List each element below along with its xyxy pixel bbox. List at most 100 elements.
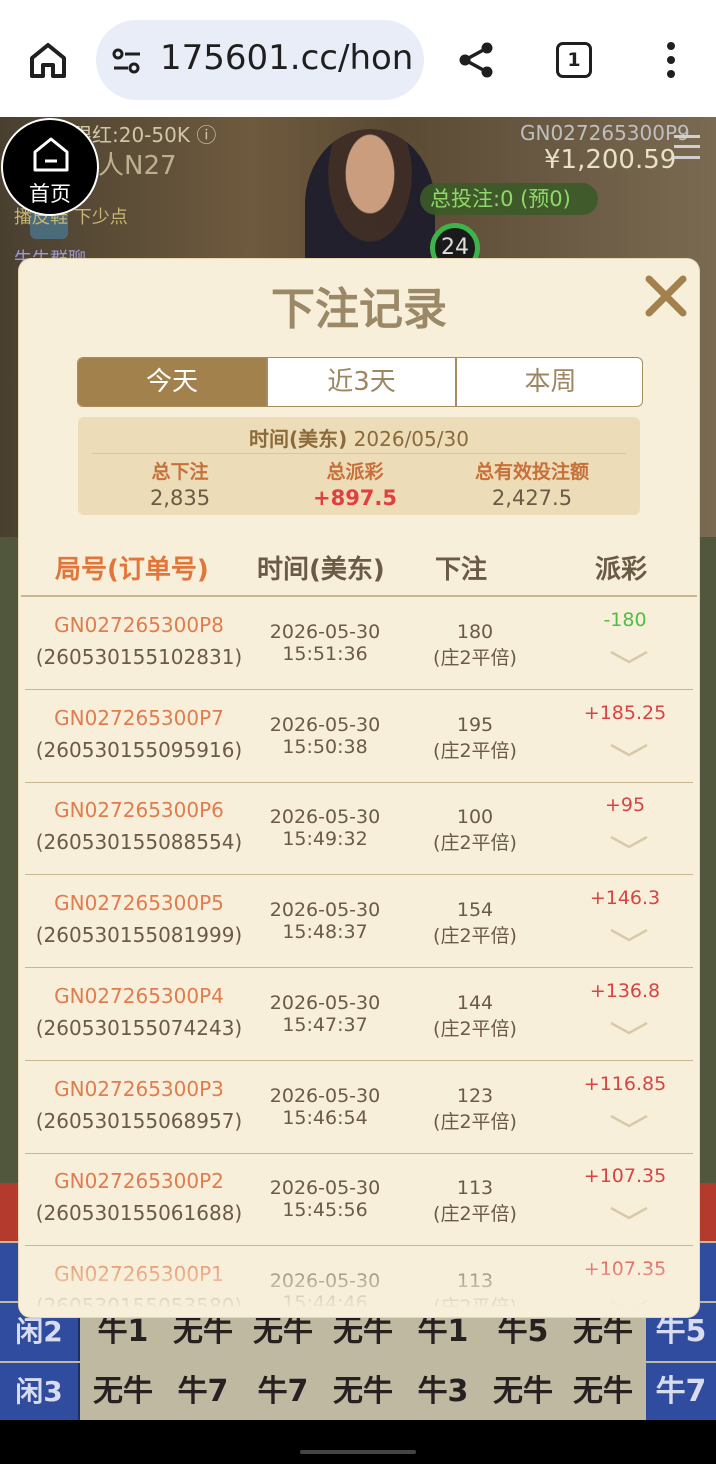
chevron-down-icon[interactable] <box>609 927 649 943</box>
grid-cell: 牛3 <box>417 1374 469 1409</box>
bet-type: (庄2平倍) <box>433 647 517 669</box>
summary-panel: 时间(美东) 2026/05/30 总下注 2,835 总派彩 +897.5 总… <box>78 417 640 515</box>
bet-amount: 113 <box>456 1177 494 1200</box>
bet-date: 2026-05-30 <box>269 1177 381 1200</box>
round-id: GN027265300P5 <box>54 891 224 916</box>
summary-label: 总下注 <box>151 461 209 483</box>
bet-record-row[interactable]: GN027265300P4 (260530155074243) 2026-05-30… <box>25 968 693 1061</box>
grid-cell: 牛7 <box>177 1374 229 1409</box>
bet-record-row[interactable]: GN027265300P5 (260530155081999) 2026-05-30… <box>25 875 693 969</box>
bet-type: (庄2平倍) <box>433 925 517 948</box>
summary-total-bet: 总下注 2,835 <box>80 457 280 510</box>
summary-date: 2026/05/30 <box>353 427 469 451</box>
order-number: (260530155068957) <box>35 1108 243 1133</box>
browser-toolbar: 175601.cc/hon 1 <box>0 0 716 117</box>
balance: ¥1,200.59 <box>544 145 677 175</box>
close-icon[interactable] <box>643 273 689 319</box>
home-icon <box>33 137 69 172</box>
summary-value: 2,427.5 <box>491 486 573 510</box>
order-number: (260530155102831) <box>35 645 243 669</box>
tab-today[interactable]: 今天 <box>78 358 266 406</box>
grid-cell: 牛7 <box>257 1374 309 1409</box>
grid-cell: 无牛 <box>333 1374 393 1409</box>
bet-record-row[interactable]: GN027265300P6 (260530155088554) 2026-05-30… <box>25 782 693 876</box>
bet-date: 2026-05-30 <box>269 1084 381 1107</box>
chevron-down-icon[interactable] <box>609 1020 649 1036</box>
round-id: GN027265300P2 <box>54 1169 224 1194</box>
chevron-down-icon[interactable] <box>609 1205 649 1221</box>
round-id: GN027265300P4 <box>54 983 224 1008</box>
bet-record-row[interactable]: GN027265300P3 (260530155068957) 2026-05-30… <box>25 1061 693 1154</box>
bet-type: (庄2平倍) <box>433 1017 517 1040</box>
round-id: GN027265300P3 <box>54 1076 224 1101</box>
total-bet-badge: 总投注:0 (预0) <box>420 183 598 215</box>
bet-date: 2026-05-30 <box>269 991 381 1014</box>
bet-record-list[interactable]: GN027265300P8 (260530155102831) 2026-05-30… <box>19 597 699 1307</box>
bet-type: (庄2平倍) <box>433 1203 517 1226</box>
bet-date: 2026-05-30 <box>269 1269 381 1292</box>
address-bar[interactable]: 175601.cc/hon <box>96 20 424 100</box>
order-number: (260530155061688) <box>35 1201 243 1226</box>
summary-time: 时间(美东) 2026/05/30 <box>78 423 640 452</box>
round-id: GN027265300P9 <box>520 121 690 145</box>
bet-amount: 144 <box>456 991 494 1014</box>
chevron-down-icon[interactable] <box>609 834 649 850</box>
order-number: (260530155081999) <box>35 923 243 948</box>
payout: -180 <box>603 609 647 631</box>
share-icon[interactable] <box>456 40 496 80</box>
bet-amount: 180 <box>456 621 494 643</box>
order-number: (260530155095916) <box>35 737 243 762</box>
bet-type: (庄2平倍) <box>433 1110 517 1133</box>
chevron-down-icon[interactable] <box>609 1113 649 1129</box>
bet-time: 15:46:54 <box>282 1106 368 1129</box>
summary-label: 总有效投注额 <box>474 461 589 483</box>
chevron-down-icon[interactable] <box>609 1298 649 1307</box>
bet-time: 15:44:46 <box>282 1291 368 1307</box>
summary-value: 2,835 <box>149 486 211 510</box>
bet-amount: 113 <box>456 1269 494 1292</box>
chevron-down-icon[interactable] <box>609 742 649 758</box>
bet-amount: 154 <box>456 899 494 922</box>
grid-row: 闲3 无牛 牛7 牛7 无牛 牛3 无牛 无牛 牛7 <box>0 1363 716 1421</box>
payout: +136.8 <box>589 979 661 1002</box>
home-icon[interactable] <box>26 38 70 82</box>
hamburger-menu-icon[interactable] <box>674 135 700 159</box>
bet-record-row[interactable]: GN027265300P7 (260530155095916) 2026-05-30… <box>25 690 693 783</box>
tab-this-week[interactable]: 本周 <box>457 358 642 406</box>
gesture-handle[interactable] <box>300 1450 416 1454</box>
grid-cell: 无牛 <box>93 1374 153 1409</box>
round-id: GN027265300P6 <box>54 798 224 823</box>
payout: +95 <box>604 794 646 817</box>
order-number: (260530155074243) <box>35 1015 243 1040</box>
bet-time: 15:45:56 <box>282 1199 368 1222</box>
bet-time: 15:50:38 <box>282 735 368 758</box>
bet-time: 15:49:32 <box>282 828 368 851</box>
column-header-time: 时间(美东) <box>257 555 385 585</box>
bet-record-row[interactable]: GN027265300P8 (260530155102831) 2026-05-30… <box>25 597 693 690</box>
bet-date: 2026-05-30 <box>269 713 381 736</box>
column-header-payout: 派彩 <box>595 555 648 585</box>
bet-time: 15:47:37 <box>282 1013 368 1036</box>
grid-cell: 无牛 <box>493 1374 553 1409</box>
chevron-down-icon[interactable] <box>609 649 649 665</box>
date-range-tabs: 今天 近3天 本周 <box>77 357 643 407</box>
tab-last-3-days[interactable]: 近3天 <box>268 358 455 406</box>
bet-type: (庄2平倍) <box>433 832 517 855</box>
column-header-bet: 下注 <box>435 555 488 585</box>
column-header-round: 局号(订单号) <box>55 555 209 585</box>
grid-cell: 牛7 <box>646 1363 716 1421</box>
floating-home-button[interactable]: 首页 <box>1 118 99 216</box>
site-settings-icon[interactable] <box>110 44 144 78</box>
payout: +185.25 <box>583 701 667 724</box>
round-id: GN027265300P7 <box>54 705 224 730</box>
grid-cell <box>696 1183 716 1241</box>
tab-switcher-button[interactable]: 1 <box>556 42 592 78</box>
more-menu-icon[interactable] <box>660 40 682 80</box>
bet-record-row[interactable]: GN027265300P1 (260530155053580) 2026-05-30… <box>25 1246 693 1307</box>
summary-total-payout: 总派彩 +897.5 <box>255 457 455 510</box>
bet-time: 15:51:36 <box>282 643 368 665</box>
grid-cell: 无牛 <box>573 1374 633 1409</box>
bet-record-row[interactable]: GN027265300P2 (260530155061688) 2026-05-30… <box>25 1153 693 1247</box>
summary-time-label: 时间(美东) <box>249 427 348 451</box>
bet-date: 2026-05-30 <box>269 806 381 829</box>
